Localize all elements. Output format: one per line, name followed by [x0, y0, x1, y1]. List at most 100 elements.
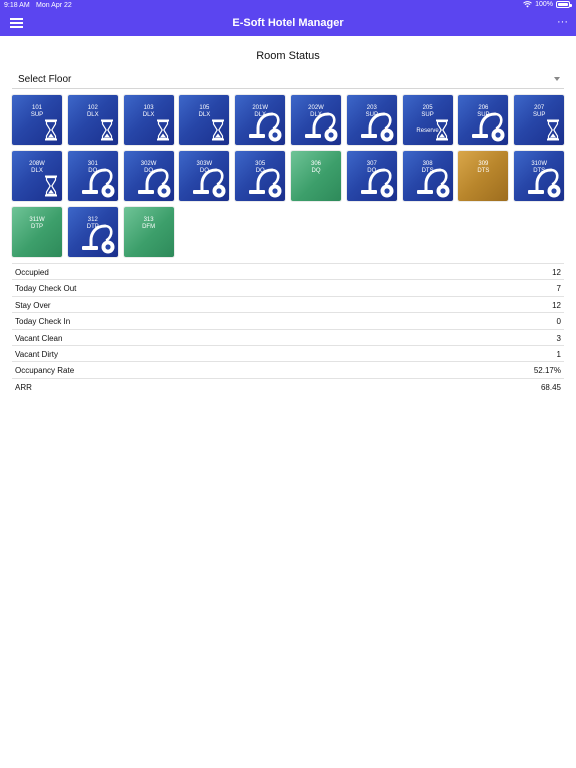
summary-row: Vacant Dirty 1	[12, 344, 564, 361]
room-number: 103	[143, 105, 154, 111]
hourglass-icon	[156, 119, 169, 141]
room-type: DTS	[477, 168, 490, 174]
summary-row: Occupancy Rate 52.17%	[12, 361, 564, 377]
room-tile[interactable]: 103 DLX	[123, 95, 174, 145]
summary-value: 12	[552, 300, 561, 310]
summary-value: 12	[552, 268, 561, 277]
room-number: 208W	[29, 161, 45, 167]
more-options-icon[interactable]: ···	[557, 16, 568, 28]
summary-label: Occupancy Rate	[15, 366, 75, 376]
page-title: Room Status	[256, 50, 320, 62]
hourglass-icon	[45, 175, 57, 197]
room-tile[interactable]: 313 DFM	[123, 207, 174, 257]
room-tile[interactable]: 305 DQ	[235, 151, 286, 201]
wifi-icon	[523, 1, 532, 8]
room-tile[interactable]: 302W DQ	[123, 151, 174, 201]
room-tile[interactable]: 310W DTS	[514, 151, 565, 201]
room-number: 207	[534, 105, 545, 111]
summary-value: 1	[556, 349, 561, 359]
vacuum-icon	[360, 168, 394, 198]
room-tile[interactable]: 105 DLX	[179, 95, 230, 145]
room-tile[interactable]: 308 DTS	[402, 151, 453, 201]
room-number: 101	[31, 105, 42, 111]
room-tile[interactable]: 301 DQ	[67, 151, 118, 201]
room-tile[interactable]: 306 DQ	[291, 151, 341, 201]
room-tile[interactable]: 303W DQ	[179, 151, 230, 201]
status-date: Mon Apr 22	[36, 2, 72, 9]
summary-table: Occupied 12 Today Check Out 7 Stay Over 12 Tod…	[12, 263, 564, 394]
vacuum-icon	[305, 112, 338, 142]
battery-icon	[556, 1, 572, 8]
summary-label: Occupied	[15, 268, 49, 277]
summary-row: Today Check In 0	[12, 312, 564, 328]
room-tile[interactable]: 312 DTP	[67, 207, 118, 257]
room-type: SUP	[30, 112, 44, 118]
vacuum-icon	[249, 112, 282, 142]
summary-label: ARR	[15, 382, 32, 392]
room-number: 205	[422, 105, 433, 111]
app-title: E-Soft Hotel Manager	[232, 17, 344, 29]
app-header: 9:18 AM Mon Apr 22 100% E-Soft Hotel Man…	[0, 0, 576, 36]
vacuum-icon	[416, 168, 450, 198]
room-number: 309	[478, 161, 489, 167]
room-type: SUP	[421, 112, 434, 118]
status-right: 100%	[523, 1, 572, 8]
vacuum-icon	[249, 168, 282, 198]
summary-value: 68.45	[540, 382, 561, 392]
summary-label: Stay Over	[15, 300, 51, 310]
summary-label: Vacant Clean	[15, 333, 63, 343]
summary-value: 7	[556, 284, 561, 294]
room-type: DLX	[31, 168, 43, 174]
vacuum-icon	[360, 112, 394, 142]
vacuum-icon	[472, 112, 505, 142]
summary-label: Today Check Out	[15, 284, 77, 294]
summary-value: 3	[556, 333, 561, 343]
status-bar: 9:18 AM Mon Apr 22 100%	[0, 0, 576, 12]
summary-label: Today Check In	[15, 317, 71, 327]
room-tile[interactable]: 102 DLX	[67, 95, 118, 145]
room-number: 306	[310, 161, 321, 167]
room-type: SUP	[533, 112, 546, 118]
hourglass-icon	[100, 119, 113, 141]
summary-label: Vacant Dirty	[15, 349, 58, 359]
summary-row: ARR 68.45	[12, 377, 564, 394]
room-tile[interactable]: 309 DTS	[458, 151, 509, 201]
room-tile[interactable]: 311W DTP	[12, 207, 62, 257]
room-tile[interactable]: 203 SUP	[346, 95, 397, 145]
floor-select[interactable]: Select Floor	[12, 71, 564, 89]
room-tile[interactable]: 101 SUP	[12, 95, 62, 145]
hourglass-icon	[45, 119, 57, 141]
status-time: 9:18 AM	[4, 2, 30, 9]
room-tile[interactable]: 201W DLX	[235, 95, 286, 145]
room-tile[interactable]: 208W DLX	[12, 151, 62, 201]
vacuum-icon	[81, 224, 115, 254]
room-number: 313	[143, 217, 154, 223]
hourglass-icon	[212, 119, 225, 141]
room-number: 311W	[29, 217, 45, 223]
room-type: DQ	[311, 168, 321, 174]
caret-down-icon	[554, 77, 560, 81]
room-note: Reserve	[416, 128, 439, 134]
summary-value: 52.17%	[533, 366, 561, 376]
vacuum-icon	[137, 168, 171, 198]
summary-row: Vacant Clean 3	[12, 328, 564, 345]
room-type: DTP	[31, 224, 43, 230]
battery-percent: 100%	[535, 1, 553, 8]
vacuum-icon	[528, 168, 561, 198]
floor-select-label: Select Floor	[18, 74, 72, 85]
room-type: DLX	[86, 112, 99, 118]
room-type: DLX	[198, 112, 211, 118]
summary-row: Occupied 12	[12, 263, 564, 279]
summary-row: Today Check Out 7	[12, 279, 564, 295]
room-tile[interactable]: 202W DLX	[291, 95, 341, 145]
room-type: DFM	[142, 224, 156, 230]
room-type: DLX	[142, 112, 155, 118]
room-tile[interactable]: 207 SUP	[514, 95, 565, 145]
room-tile[interactable]: 206 SUP	[458, 95, 509, 145]
room-tile[interactable]: 307 DQ	[346, 151, 397, 201]
vacuum-icon	[81, 168, 115, 198]
hourglass-icon	[547, 119, 560, 141]
room-tile[interactable]: 205 SUP Reserve	[402, 95, 453, 145]
summary-value: 0	[556, 317, 561, 327]
room-number: 102	[87, 105, 98, 111]
